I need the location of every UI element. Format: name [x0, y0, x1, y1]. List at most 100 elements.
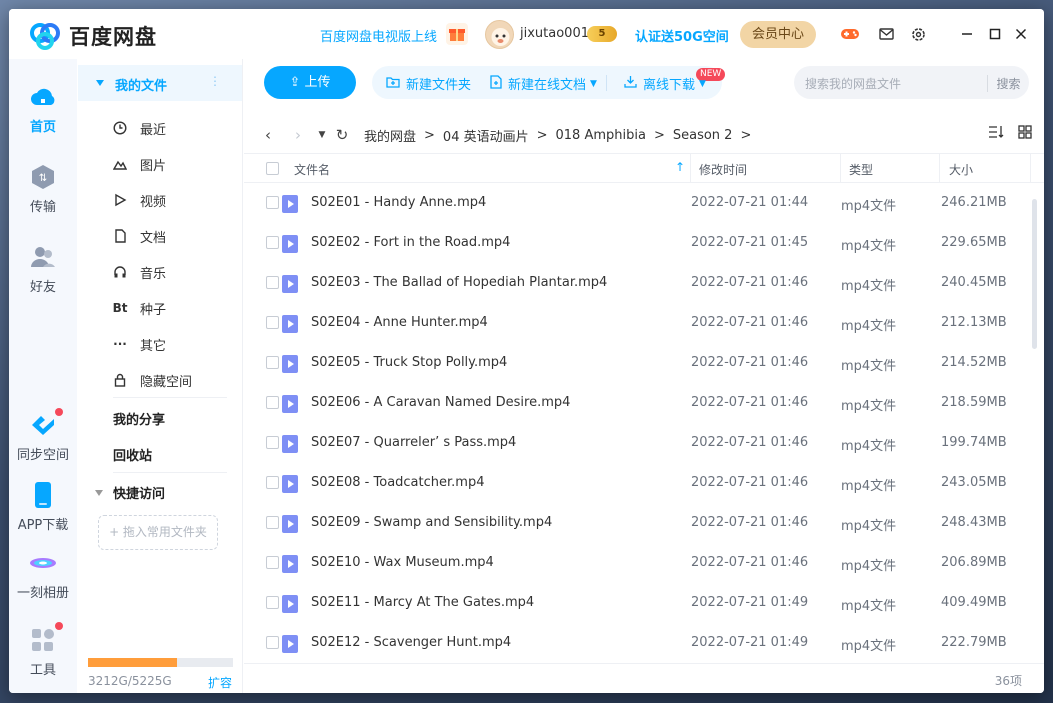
file-name[interactable]: S02E05 - Truck Stop Polly.mp4 [311, 355, 507, 370]
refresh-icon[interactable]: ↻ [332, 126, 352, 144]
table-row[interactable]: S02E04 - Anne Hunter.mp4 2022-07-21 01:46… [244, 303, 1029, 343]
rail-item-transfer[interactable]: ⇅ 传输 [9, 163, 77, 215]
file-name[interactable]: S02E08 - Toadcatcher.mp4 [311, 475, 484, 490]
history-dropdown-icon[interactable]: ▼ [312, 130, 332, 140]
close-icon[interactable] [1010, 23, 1032, 45]
table-row[interactable]: S02E06 - A Caravan Named Desire.mp4 2022-… [244, 383, 1029, 423]
file-name[interactable]: S02E03 - The Ballad of Hopediah Plantar.… [311, 275, 607, 290]
file-name[interactable]: S02E01 - Handy Anne.mp4 [311, 195, 486, 210]
sidebar: 我的文件 ⋮ 最近 图片 视频 文档 音乐 Bt 种子 ··· 其它 隐藏空间 … [77, 59, 243, 693]
minimize-icon[interactable] [956, 23, 978, 45]
rail-item-home[interactable]: 首页 [9, 83, 77, 135]
row-checkbox[interactable] [266, 396, 279, 409]
breadcrumb-item[interactable]: 018 Amphibia [556, 128, 646, 143]
gift-icon[interactable] [446, 23, 468, 45]
table-row[interactable]: S02E01 - Handy Anne.mp4 2022-07-21 01:44 m… [244, 183, 1029, 223]
select-all-checkbox[interactable] [266, 162, 279, 175]
username[interactable]: jixutao001 [520, 26, 589, 41]
sidebar-item-label: 图片 [140, 158, 167, 174]
rail-item-friends[interactable]: 好友 [9, 243, 77, 295]
row-checkbox[interactable] [266, 356, 279, 369]
table-row[interactable]: S02E03 - The Ballad of Hopediah Plantar.… [244, 263, 1029, 303]
avatar[interactable] [485, 20, 514, 49]
file-name[interactable]: S02E11 - Marcy At The Gates.mp4 [311, 595, 534, 610]
sort-asc-icon[interactable]: ↑ [675, 160, 685, 174]
mail-icon[interactable] [875, 23, 897, 45]
cert-promo-link[interactable]: 认证送50G空间 [635, 26, 729, 45]
new-folder-button[interactable]: 新建文件夹 [386, 74, 471, 93]
sidebar-item-recent[interactable]: 最近 [113, 118, 166, 138]
table-row[interactable]: S02E11 - Marcy At The Gates.mp4 2022-07-2… [244, 583, 1029, 623]
caret-down-icon[interactable] [95, 489, 103, 496]
svip-badge[interactable]: 5 [587, 26, 617, 42]
file-name[interactable]: S02E06 - A Caravan Named Desire.mp4 [311, 395, 570, 410]
column-header-name[interactable]: 文件名 [294, 161, 330, 178]
row-checkbox[interactable] [266, 476, 279, 489]
member-center-button[interactable]: 会员中心 [740, 21, 816, 48]
forward-icon[interactable]: › [288, 126, 308, 144]
sidebar-item-my-share[interactable]: 我的分享 [113, 409, 165, 428]
row-checkbox[interactable] [266, 316, 279, 329]
row-checkbox[interactable] [266, 196, 279, 209]
sidebar-my-files[interactable]: 我的文件 ⋮ [78, 65, 242, 101]
row-checkbox[interactable] [266, 636, 279, 649]
upload-button[interactable]: ⇪ 上传 [264, 66, 356, 99]
caret-down-icon[interactable] [96, 80, 104, 86]
tv-promo-link[interactable]: 百度网盘电视版上线 [320, 26, 437, 45]
file-name[interactable]: S02E07 - Quarreler’ s Pass.mp4 [311, 435, 516, 450]
app-logo[interactable]: 百度网盘 [28, 21, 157, 51]
sidebar-item-images[interactable]: 图片 [113, 154, 166, 174]
table-row[interactable]: S02E12 - Scavenger Hunt.mp4 2022-07-21 01… [244, 623, 1029, 663]
sidebar-quick-access[interactable]: 快捷访问 [95, 483, 165, 502]
file-name[interactable]: S02E04 - Anne Hunter.mp4 [311, 315, 488, 330]
file-name[interactable]: S02E10 - Wax Museum.mp4 [311, 555, 494, 570]
table-row[interactable]: S02E10 - Wax Museum.mp4 2022-07-21 01:46 m… [244, 543, 1029, 583]
sidebar-item-music[interactable]: 音乐 [113, 262, 166, 282]
row-checkbox[interactable] [266, 436, 279, 449]
column-header-time[interactable]: 修改时间 [699, 161, 747, 178]
settings-gear-icon[interactable] [907, 23, 929, 45]
row-checkbox[interactable] [266, 596, 279, 609]
row-checkbox[interactable] [266, 516, 279, 529]
table-row[interactable]: S02E02 - Fort in the Road.mp4 2022-07-21 … [244, 223, 1029, 263]
file-name[interactable]: S02E12 - Scavenger Hunt.mp4 [311, 635, 511, 650]
rail-item-sync[interactable]: 同步空间 [9, 408, 77, 463]
breadcrumb-item[interactable]: 04 英语动画片 [443, 126, 529, 145]
quick-access-drop-zone[interactable]: + 拖入常用文件夹 [98, 515, 218, 550]
more-vertical-icon[interactable]: ⋮ [209, 74, 221, 88]
sidebar-item-videos[interactable]: 视频 [113, 190, 166, 210]
rail-item-album[interactable]: 一刻相册 [9, 549, 77, 601]
scrollbar[interactable] [1030, 187, 1038, 657]
search-button[interactable]: 搜索 [987, 75, 1029, 92]
back-icon[interactable]: ‹ [258, 126, 278, 144]
file-name[interactable]: S02E09 - Swamp and Sensibility.mp4 [311, 515, 552, 530]
row-checkbox[interactable] [266, 556, 279, 569]
offline-download-button[interactable]: 离线下载 ▼ [624, 74, 706, 93]
row-checkbox[interactable] [266, 276, 279, 289]
table-row[interactable]: S02E08 - Toadcatcher.mp4 2022-07-21 01:46… [244, 463, 1029, 503]
table-row[interactable]: S02E05 - Truck Stop Polly.mp4 2022-07-21 … [244, 343, 1029, 383]
column-header-size[interactable]: 大小 [949, 161, 973, 178]
breadcrumb-item[interactable]: 我的网盘 [364, 126, 416, 145]
rail-item-app-download[interactable]: APP下载 [9, 481, 77, 533]
grid-view-icon[interactable] [1018, 125, 1032, 143]
file-name[interactable]: S02E02 - Fort in the Road.mp4 [311, 235, 510, 250]
new-online-doc-button[interactable]: 新建在线文档 ▼ [490, 74, 597, 93]
expand-storage-link[interactable]: 扩容 [208, 674, 232, 691]
table-row[interactable]: S02E07 - Quarreler’ s Pass.mp4 2022-07-21… [244, 423, 1029, 463]
table-row[interactable]: S02E09 - Swamp and Sensibility.mp4 2022-0… [244, 503, 1029, 543]
sidebar-item-documents[interactable]: 文档 [113, 226, 166, 246]
sort-icon[interactable] [988, 125, 1004, 143]
column-header-type[interactable]: 类型 [849, 161, 873, 178]
scrollbar-thumb[interactable] [1032, 199, 1037, 349]
sidebar-item-recycle-bin[interactable]: 回收站 [113, 445, 152, 464]
rail-item-tools[interactable]: 工具 [9, 622, 77, 678]
breadcrumb-item[interactable]: Season 2 [673, 128, 733, 143]
search-input[interactable]: 搜索我的网盘文件 [805, 75, 901, 92]
sidebar-item-torrents[interactable]: Bt 种子 [113, 298, 166, 318]
sidebar-item-hidden-space[interactable]: 隐藏空间 [113, 370, 192, 390]
gamepad-icon[interactable] [839, 23, 861, 45]
maximize-icon[interactable] [984, 23, 1006, 45]
sidebar-item-other[interactable]: ··· 其它 [113, 334, 166, 354]
row-checkbox[interactable] [266, 236, 279, 249]
